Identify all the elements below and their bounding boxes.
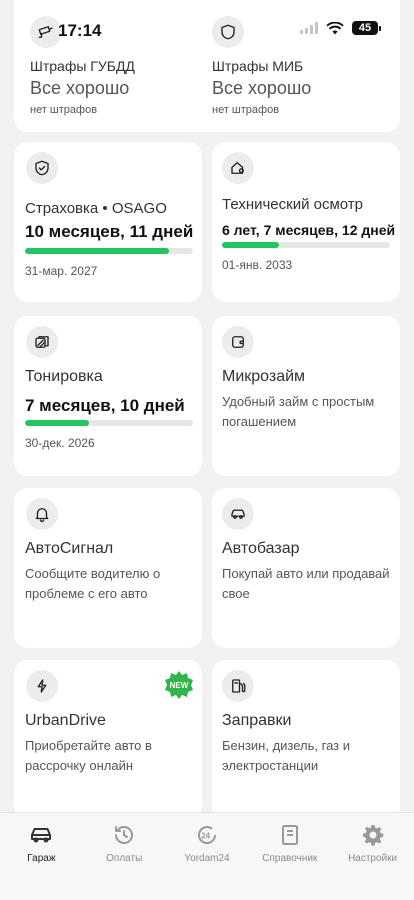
support-24-icon: 24 bbox=[197, 826, 216, 844]
history-icon bbox=[115, 826, 134, 844]
tinting-date: 30-дек. 2026 bbox=[25, 436, 95, 450]
car-icon bbox=[31, 828, 52, 843]
insurance-progress bbox=[25, 248, 193, 254]
insurance-card[interactable]: Страховка • OSAGO 10 месяцев, 11 дней 31… bbox=[14, 142, 202, 302]
battery-indicator: 45 bbox=[352, 21, 381, 35]
insurance-title: Страховка • OSAGO bbox=[25, 200, 167, 217]
autosignal-title: АвтоСигнал bbox=[25, 540, 114, 557]
fuel-card[interactable]: Заправки Бензин, дизель, газ и электрост… bbox=[212, 660, 400, 820]
tab-reference[interactable]: Справочник bbox=[248, 813, 331, 900]
tinting-title: Тонировка bbox=[25, 368, 103, 385]
tab-garage[interactable]: Гараж bbox=[0, 813, 83, 900]
fines-gibdd-title: Штрафы ГУБДД bbox=[30, 58, 135, 74]
microloan-title: Микрозайм bbox=[222, 368, 306, 385]
insurance-date: 31-мар. 2027 bbox=[25, 264, 98, 278]
svg-text:24: 24 bbox=[201, 832, 210, 841]
status-time: 17:14 bbox=[58, 21, 102, 40]
tab-yordam24-label: Yordam24 bbox=[184, 853, 230, 864]
status-bar: 17:14 45 bbox=[0, 0, 414, 54]
tinting-remaining: 7 месяцев, 10 дней bbox=[25, 396, 185, 415]
fines-mib-status: Все хорошо bbox=[212, 78, 312, 98]
inspection-remaining: 6 лет, 7 месяцев, 12 дней bbox=[222, 222, 396, 238]
wallet-icon bbox=[222, 326, 254, 358]
autobazar-desc: Покупай авто или продавай свое bbox=[222, 566, 390, 601]
bottom-tab-bar: Гараж Оплаты 24 Yordam24 Справочник Наст… bbox=[0, 812, 414, 900]
lightning-icon bbox=[26, 670, 58, 702]
insurance-progress-fill bbox=[25, 248, 170, 254]
book-icon bbox=[281, 825, 298, 845]
fines-gibdd-note: нет штрафов bbox=[30, 104, 98, 116]
fuel-title: Заправки bbox=[222, 712, 292, 729]
car-icon bbox=[222, 498, 254, 530]
shield-check-icon bbox=[26, 152, 58, 184]
bell-icon bbox=[26, 498, 58, 530]
autosignal-desc: Сообщите водителю о проблеме с его авто bbox=[25, 566, 161, 601]
tab-payments-label: Оплаты bbox=[106, 853, 143, 864]
urbandrive-desc: Приобретайте авто в рассрочку онлайн bbox=[25, 738, 152, 773]
tab-settings-label: Настройки bbox=[348, 853, 398, 864]
tint-window-icon bbox=[26, 326, 58, 358]
microloan-desc: Удобный займ с простым погашением bbox=[222, 394, 375, 429]
fuel-desc: Бензин, дизель, газ и электростанции bbox=[222, 738, 350, 773]
tab-yordam24[interactable]: 24 Yordam24 bbox=[166, 813, 249, 900]
autobazar-title: Автобазар bbox=[222, 540, 300, 557]
fines-mib-note: нет штрафов bbox=[212, 104, 280, 116]
fines-mib-title: Штрафы МИБ bbox=[212, 58, 304, 74]
inspection-date: 01-янв. 2033 bbox=[222, 258, 293, 272]
autobazar-card[interactable]: Автобазар Покупай авто или продавай свое bbox=[212, 488, 400, 648]
urbandrive-card[interactable]: NEW UrbanDrive Приобретайте авто в расср… bbox=[14, 660, 202, 820]
new-badge: NEW bbox=[164, 670, 194, 700]
tab-reference-label: Справочник bbox=[262, 853, 318, 864]
insurance-remaining: 10 месяцев, 11 дней bbox=[25, 222, 194, 241]
signal-icon bbox=[300, 22, 318, 34]
tab-garage-label: Гараж bbox=[27, 853, 56, 864]
inspection-progress-fill bbox=[222, 242, 280, 248]
tinting-progress-fill bbox=[25, 420, 89, 426]
status-indicators: 45 bbox=[300, 21, 381, 35]
urbandrive-title: UrbanDrive bbox=[25, 712, 106, 729]
tab-payments[interactable]: Оплаты bbox=[83, 813, 166, 900]
tinting-progress bbox=[25, 420, 193, 426]
house-gear-icon bbox=[222, 152, 254, 184]
tinting-card[interactable]: Тонировка 7 месяцев, 10 дней 30-дек. 202… bbox=[14, 316, 202, 476]
fines-gibdd-status: Все хорошо bbox=[30, 78, 130, 98]
tab-settings[interactable]: Настройки bbox=[331, 813, 414, 900]
autosignal-card[interactable]: АвтоСигнал Сообщите водителю о проблеме … bbox=[14, 488, 202, 648]
gear-icon bbox=[362, 825, 383, 846]
inspection-card[interactable]: Технический осмотр 6 лет, 7 месяцев, 12 … bbox=[212, 142, 400, 302]
microloan-card[interactable]: Микрозайм Удобный займ с простым погашен… bbox=[212, 316, 400, 476]
fuel-pump-icon bbox=[222, 670, 254, 702]
inspection-progress bbox=[222, 242, 390, 248]
wifi-icon bbox=[326, 21, 344, 34]
inspection-title: Технический осмотр bbox=[222, 196, 364, 213]
new-badge-label: NEW bbox=[169, 680, 189, 690]
